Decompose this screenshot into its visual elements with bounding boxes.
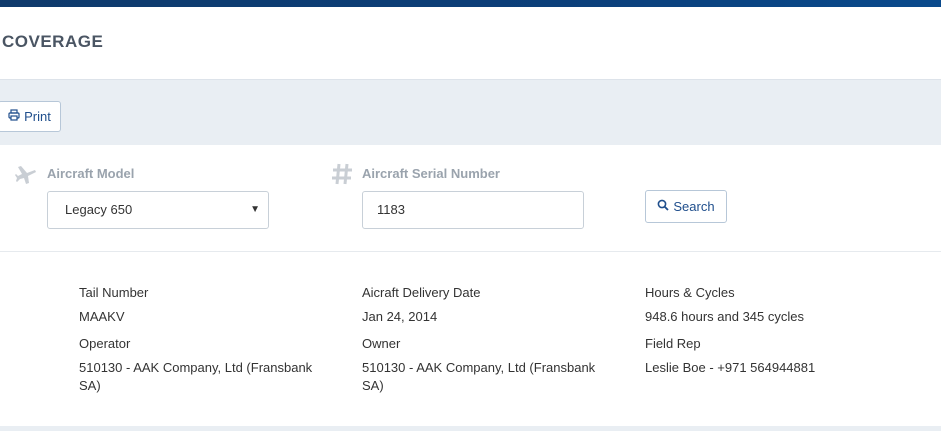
delivery-date-value: Jan 24, 2014 bbox=[362, 309, 438, 324]
aircraft-model-value: Legacy 650 bbox=[65, 202, 133, 217]
hash-icon bbox=[330, 162, 354, 191]
aircraft-serial-label: Aircraft Serial Number bbox=[362, 166, 500, 181]
aircraft-serial-input[interactable]: 1183 bbox=[362, 191, 584, 229]
search-button[interactable]: Search bbox=[645, 190, 727, 223]
operator-value: 510130 - AAK Company, Ltd (Fransbank SA) bbox=[79, 360, 313, 393]
top-brand-bar bbox=[0, 0, 941, 7]
hours-cycles-label: Hours & Cycles bbox=[645, 285, 735, 300]
aircraft-model-select[interactable]: Legacy 650 ▼ bbox=[47, 191, 269, 229]
owner-label: Owner bbox=[362, 336, 401, 351]
print-button-label: Print bbox=[24, 109, 51, 124]
print-icon bbox=[8, 109, 20, 124]
section-divider bbox=[0, 426, 941, 431]
search-button-label: Search bbox=[673, 199, 715, 214]
field-rep-label: Field Rep bbox=[645, 336, 701, 351]
owner-value: 510130 - AAK Company, Ltd (Fransbank SA) bbox=[362, 360, 596, 393]
tail-number-value: MAAKV bbox=[79, 309, 125, 324]
search-icon bbox=[657, 199, 670, 214]
field-rep-value: Leslie Boe - +971 564944881 bbox=[645, 360, 816, 375]
chevron-down-icon: ▼ bbox=[250, 204, 260, 215]
aircraft-serial-value: 1183 bbox=[377, 202, 405, 217]
aircraft-details: Tail Number MAAKV Operator 510130 - AAK … bbox=[0, 252, 941, 426]
aircraft-model-label: Aircraft Model bbox=[47, 166, 135, 181]
search-panel: Aircraft Model Legacy 650 ▼ Aircraft Ser… bbox=[0, 145, 941, 252]
page-title: COVERAGE bbox=[2, 32, 104, 51]
hours-cycles-value: 948.6 hours and 345 cycles bbox=[645, 309, 804, 324]
plane-icon bbox=[15, 164, 37, 189]
page-header: COVERAGE bbox=[0, 7, 941, 80]
print-button[interactable]: Print bbox=[0, 101, 61, 132]
toolbar: Print bbox=[0, 80, 941, 145]
tail-number-label: Tail Number bbox=[79, 285, 149, 300]
operator-label: Operator bbox=[79, 336, 131, 351]
delivery-date-label: Aicraft Delivery Date bbox=[362, 285, 481, 300]
